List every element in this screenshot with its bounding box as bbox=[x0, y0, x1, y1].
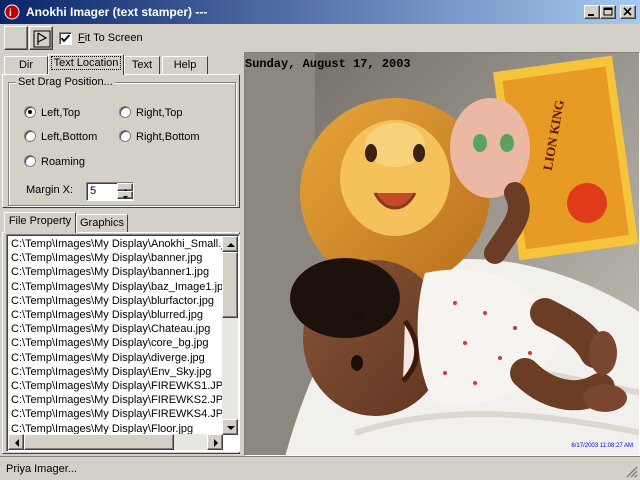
file-list[interactable]: C:\Temp\Images\My Display\Anokhi_Small.j… bbox=[6, 234, 240, 452]
window-title: Anokhi Imager (text stamper) --- bbox=[26, 5, 208, 19]
horizontal-scrollbar[interactable] bbox=[8, 434, 223, 450]
file-list-item[interactable]: C:\Temp\Images\My Display\Anokhi_Small.j bbox=[11, 237, 224, 251]
file-list-item[interactable]: C:\Temp\Images\My Display\banner1.jpg bbox=[11, 265, 209, 279]
timestamp-stamp: 8/17/2003 11:08:27 AM bbox=[571, 443, 633, 449]
stepper-down-button[interactable] bbox=[117, 191, 133, 199]
file-list-item[interactable]: C:\Temp\Images\My Display\blurfactor.jpg bbox=[11, 294, 214, 308]
hscroll-thumb[interactable] bbox=[24, 434, 174, 450]
date-stamp[interactable]: Sunday, August 17, 2003 bbox=[245, 57, 411, 71]
image-preview[interactable]: LION KING Sunday, August 17, 2003 8/17/2… bbox=[244, 52, 640, 456]
file-list-item[interactable]: C:\Temp\Images\My Display\baz_Image1.jp bbox=[11, 280, 223, 294]
scroll-down-button[interactable] bbox=[222, 419, 238, 435]
scroll-up-button[interactable] bbox=[222, 236, 238, 252]
file-list-item[interactable]: C:\Temp\Images\My Display\FIREWKS2.JP bbox=[11, 393, 223, 407]
close-button[interactable] bbox=[620, 5, 636, 19]
arrow-up-icon bbox=[227, 243, 235, 247]
left-panel: Dir Text Location Text Help Set Drag Pos… bbox=[0, 52, 243, 455]
maximize-button[interactable] bbox=[600, 5, 616, 19]
scroll-left-button[interactable] bbox=[8, 434, 24, 450]
radio-roaming-label: Roaming bbox=[41, 156, 86, 168]
file-list-item[interactable]: C:\Temp\Images\My Display\Chateau.jpg bbox=[11, 322, 210, 336]
file-list-item[interactable]: C:\Temp\Images\My Display\core_bg.jpg bbox=[11, 336, 208, 350]
radio-right-bottom[interactable] bbox=[119, 130, 131, 142]
maximize-icon bbox=[603, 7, 613, 16]
tab-help[interactable]: Help bbox=[162, 56, 208, 75]
radio-right-top[interactable] bbox=[119, 106, 131, 118]
toolbar-flag-button[interactable] bbox=[29, 26, 53, 50]
radio-roaming[interactable] bbox=[24, 155, 36, 167]
fit-label-accel: F bbox=[78, 32, 85, 44]
toolbar-blank-button[interactable] bbox=[4, 26, 28, 50]
file-list-item[interactable]: C:\Temp\Images\My Display\FIREWKS1.JP bbox=[11, 379, 223, 393]
tab-dir[interactable]: Dir bbox=[4, 56, 48, 75]
radio-right-bottom-label: Right,Bottom bbox=[136, 131, 200, 143]
arrow-down-icon bbox=[227, 426, 235, 430]
photo: LION KING bbox=[245, 53, 639, 455]
status-bar: Priya Imager... bbox=[0, 456, 640, 480]
file-list-item[interactable]: C:\Temp\Images\My Display\FIREWKS4.JP bbox=[11, 407, 223, 421]
fit-to-screen-checkbox[interactable] bbox=[59, 32, 72, 45]
fit-to-screen-label[interactable]: Fit To Screen bbox=[78, 32, 143, 44]
flag-icon bbox=[33, 30, 51, 48]
tab-text[interactable]: Text bbox=[124, 56, 160, 75]
stepper-up-button[interactable] bbox=[117, 183, 133, 192]
margin-x-stepper[interactable] bbox=[117, 183, 133, 200]
vertical-scrollbar[interactable] bbox=[222, 236, 238, 435]
tab-graphics[interactable]: Graphics bbox=[76, 214, 128, 233]
file-list-item[interactable]: C:\Temp\Images\My Display\diverge.jpg bbox=[11, 351, 205, 365]
arrow-down-icon bbox=[123, 196, 128, 199]
close-icon bbox=[623, 7, 632, 16]
fit-label-text: it To Screen bbox=[84, 32, 143, 44]
radio-left-bottom[interactable] bbox=[24, 130, 36, 142]
drag-position-title: Set Drag Position... bbox=[16, 76, 115, 88]
minimize-button[interactable] bbox=[584, 5, 600, 19]
tab-text-location[interactable]: Text Location bbox=[48, 54, 124, 75]
svg-text:i: i bbox=[9, 8, 12, 19]
radio-left-top[interactable] bbox=[24, 106, 36, 118]
title-bar[interactable]: i Anokhi Imager (text stamper) --- bbox=[0, 0, 640, 24]
checkmark-icon bbox=[60, 34, 71, 43]
radio-left-bottom-label: Left,Bottom bbox=[41, 131, 98, 143]
tab-file-property[interactable]: File Property bbox=[4, 212, 76, 233]
margin-x-label: Margin X: bbox=[26, 184, 74, 196]
minimize-icon bbox=[588, 14, 594, 16]
file-list-item[interactable]: C:\Temp\Images\My Display\banner.jpg bbox=[11, 251, 202, 265]
arrow-right-icon bbox=[214, 439, 218, 447]
resize-grip-icon[interactable] bbox=[626, 466, 638, 478]
scroll-thumb[interactable] bbox=[222, 252, 238, 318]
toolbar: Fit To Screen bbox=[0, 24, 640, 52]
app-icon[interactable]: i bbox=[4, 4, 20, 20]
radio-selected-dot bbox=[28, 110, 32, 114]
arrow-left-icon bbox=[15, 439, 19, 447]
status-text: Priya Imager... bbox=[6, 463, 77, 475]
file-list-item[interactable]: C:\Temp\Images\My Display\blurred.jpg bbox=[11, 308, 203, 322]
scroll-right-button[interactable] bbox=[207, 434, 223, 450]
radio-right-top-label: Right,Top bbox=[136, 107, 183, 119]
file-list-item[interactable]: C:\Temp\Images\My Display\Env_Sky.jpg bbox=[11, 365, 211, 379]
radio-left-top-label: Left,Top bbox=[41, 107, 81, 119]
